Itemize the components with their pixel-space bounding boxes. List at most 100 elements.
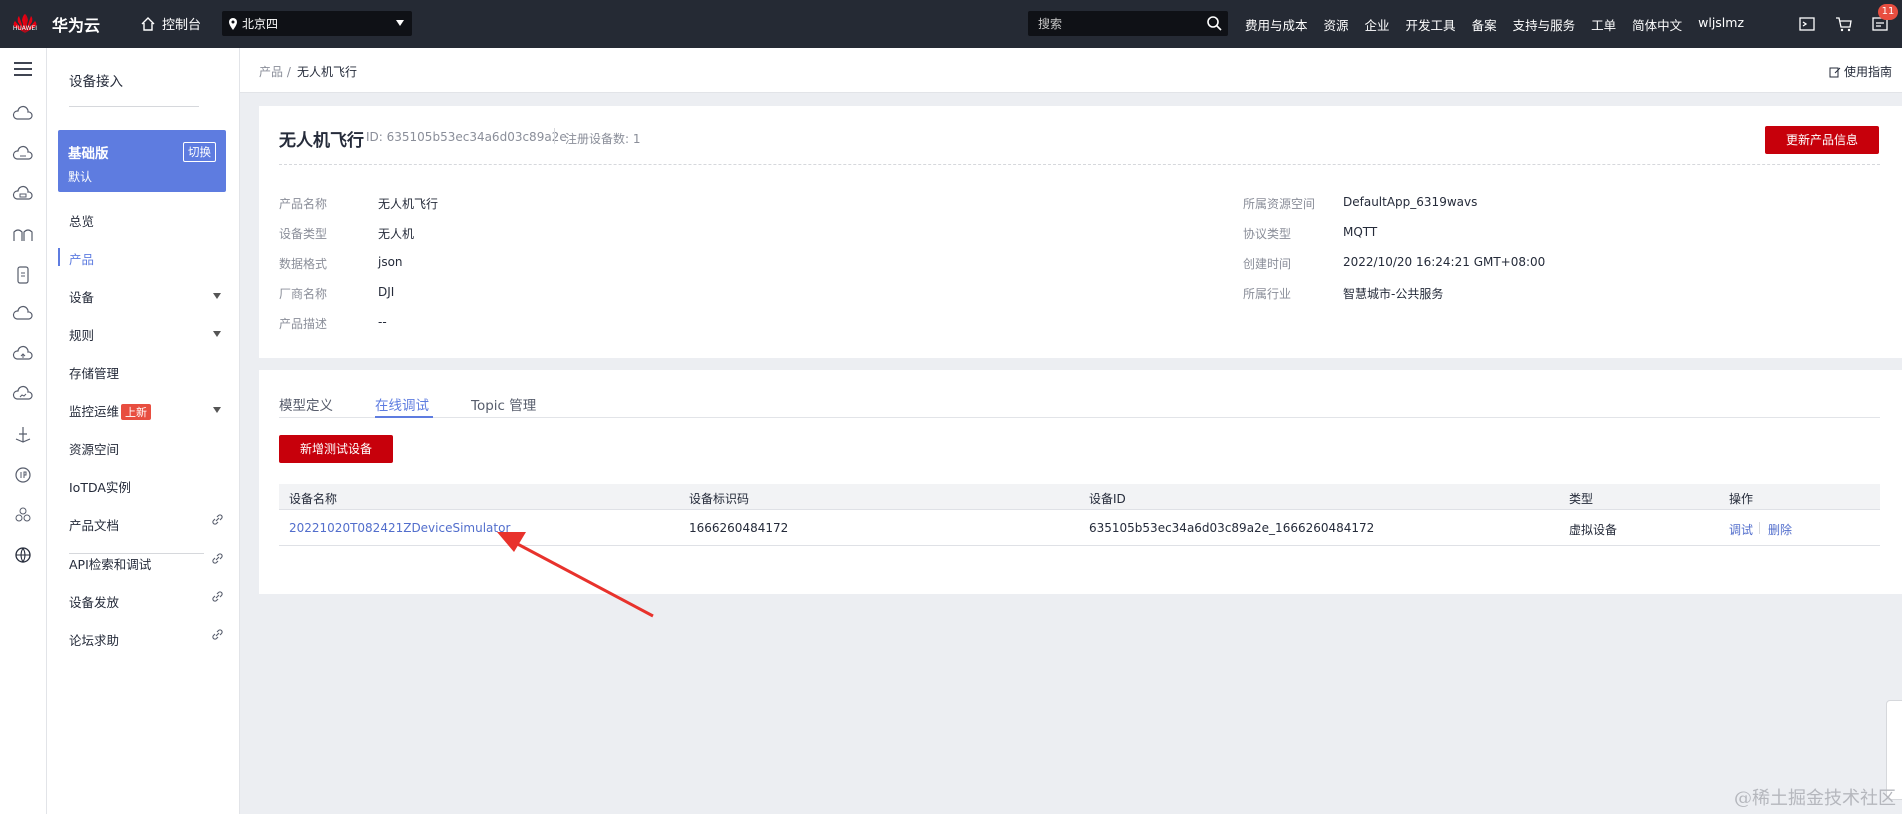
region-value: 北京四: [242, 17, 279, 31]
watermark: @稀土掘金技术社区: [1734, 788, 1896, 809]
notification-badge: 11: [1878, 4, 1898, 20]
sidebar-item-rules[interactable]: 规则: [69, 325, 94, 344]
edition-name: 基础版: [68, 146, 109, 162]
chevron-down-icon[interactable]: [213, 331, 221, 337]
cloud-upload-icon[interactable]: [12, 344, 34, 366]
field-value: json: [378, 255, 403, 269]
field-label: 数据格式: [279, 257, 328, 271]
guide-link[interactable]: 使用指南: [1829, 63, 1892, 80]
field-value: 2022/10/20 16:24:21 GMT+08:00: [1343, 255, 1546, 269]
field-value: DefaultApp_6319wavs: [1343, 195, 1478, 209]
sidebar-item-product-docs[interactable]: 产品文档: [69, 515, 119, 534]
search-icon[interactable]: [1206, 15, 1222, 31]
column-header: 类型: [1569, 492, 1594, 506]
update-product-button[interactable]: 更新产品信息: [1765, 126, 1879, 154]
device-icon[interactable]: [12, 264, 34, 286]
breadcrumb-parent[interactable]: 产品 /: [259, 63, 291, 80]
logo-text: HUAWEI: [12, 25, 38, 32]
globe-icon[interactable]: [12, 544, 34, 566]
sidebar-item-resource-space[interactable]: 资源空间: [69, 439, 119, 458]
add-test-device-button[interactable]: 新增测试设备: [279, 435, 393, 463]
sidebar-item-device-provisioning[interactable]: 设备发放: [69, 592, 119, 611]
sidebar-item-monitoring[interactable]: 监控运维 上新: [69, 401, 152, 420]
product-title: 无人机飞行: [279, 131, 364, 151]
menu-icon[interactable]: [12, 58, 34, 80]
edition-sub: 默认: [68, 170, 93, 184]
divider: [69, 106, 199, 107]
nav-devtools[interactable]: 开发工具: [1406, 15, 1456, 34]
column-header: 操作: [1729, 492, 1754, 506]
field-label: 厂商名称: [279, 287, 328, 301]
edition-switch-button[interactable]: 切换: [183, 142, 216, 162]
search-placeholder: 搜索: [1038, 17, 1063, 31]
cloud-icon[interactable]: [12, 304, 34, 326]
anchor-icon[interactable]: [12, 424, 34, 446]
bridge-icon[interactable]: [12, 224, 34, 246]
console-link[interactable]: 控制台: [140, 14, 201, 33]
terminal-icon[interactable]: [1797, 14, 1817, 34]
field-label: 创建时间: [1243, 257, 1292, 271]
sidebar-item-iotda-instance[interactable]: IoTDA实例: [69, 477, 131, 496]
sidebar-item-storage[interactable]: 存储管理: [69, 363, 119, 382]
external-link-icon: [212, 591, 223, 602]
cluster-icon[interactable]: [12, 504, 34, 526]
cloud-monitor-icon[interactable]: [12, 384, 34, 406]
nav-tickets[interactable]: 工单: [1591, 15, 1616, 34]
field-value: --: [378, 315, 387, 329]
breadcrumb-current: 无人机飞行: [297, 65, 358, 79]
field-label: 所属行业: [1243, 287, 1292, 301]
cloud-service-icon[interactable]: [12, 104, 34, 126]
divider: [279, 164, 1880, 165]
nav-support[interactable]: 支持与服务: [1513, 15, 1576, 34]
chevron-down-icon[interactable]: [213, 293, 221, 299]
column-header: 设备名称: [289, 492, 338, 506]
breadcrumb: 产品 / 无人机飞行 使用指南: [240, 48, 1902, 93]
tab-online-debug[interactable]: 在线调试: [375, 394, 429, 414]
nav-cost[interactable]: 费用与成本: [1245, 15, 1308, 34]
active-indicator: [58, 248, 60, 266]
external-link-icon: [212, 629, 223, 640]
cloud-database-icon[interactable]: [12, 184, 34, 206]
field-label: 所属资源空间: [1243, 197, 1316, 211]
brand-name[interactable]: 华为云: [52, 12, 100, 36]
nav-language[interactable]: 简体中文: [1632, 15, 1682, 34]
sidebar-item-api-explorer[interactable]: API检索和调试: [69, 554, 151, 573]
search-input[interactable]: 搜索: [1028, 11, 1228, 36]
external-link-icon: [212, 514, 223, 525]
sidebar-item-overview[interactable]: 总览: [69, 211, 94, 230]
sidebar-item-forum[interactable]: 论坛求助: [69, 630, 119, 649]
cloud-server-icon[interactable]: [12, 144, 34, 166]
product-info-card: 无人机飞行 ID: 635105b53ec34a6d03c89a2e 注册设备数…: [259, 106, 1902, 358]
sidebar-item-device[interactable]: 设备: [69, 287, 94, 306]
device-name-link[interactable]: 20221020T082421ZDeviceSimulator: [289, 521, 510, 535]
edit-doc-icon: [1829, 67, 1841, 77]
sidebar-item-product[interactable]: 产品: [69, 249, 94, 268]
edition-card[interactable]: 基础版 切换 默认: [58, 130, 226, 192]
nav-filing[interactable]: 备案: [1472, 15, 1497, 34]
column-header: 设备标识码: [689, 492, 750, 506]
tab-model-definition[interactable]: 模型定义: [279, 394, 333, 414]
nav-enterprise[interactable]: 企业: [1365, 15, 1390, 34]
device-id: 635105b53ec34a6d03c89a2e_1666260484172: [1089, 521, 1375, 535]
guide-label: 使用指南: [1843, 65, 1892, 79]
top-nav: 费用与成本 资源 企业 开发工具 备案 支持与服务 工单 简体中文 wljslm…: [1245, 15, 1744, 34]
nav-username[interactable]: wljslmz: [1698, 15, 1744, 34]
debug-action-link[interactable]: 调试: [1729, 521, 1753, 538]
device-node-id: 1666260484172: [689, 521, 789, 535]
delete-action-link[interactable]: 删除: [1768, 521, 1792, 538]
field-label: 产品描述: [279, 317, 328, 331]
tab-topic-management[interactable]: Topic 管理: [471, 394, 536, 414]
cart-icon[interactable]: [1834, 14, 1854, 34]
nav-resources[interactable]: 资源: [1324, 15, 1349, 34]
field-value: DJI: [378, 285, 395, 299]
console-label: 控制台: [162, 18, 202, 33]
field-value: MQTT: [1343, 225, 1378, 239]
region-select[interactable]: 北京四: [222, 11, 412, 36]
column-header: 设备ID: [1089, 492, 1126, 506]
external-link-icon: [212, 553, 223, 564]
sidebar-item-label: 监控运维: [69, 404, 120, 419]
field-label: 协议类型: [1243, 227, 1292, 241]
chevron-down-icon[interactable]: [213, 407, 221, 413]
huawei-logo-icon[interactable]: [12, 7, 38, 41]
ip-icon[interactable]: [12, 464, 34, 486]
